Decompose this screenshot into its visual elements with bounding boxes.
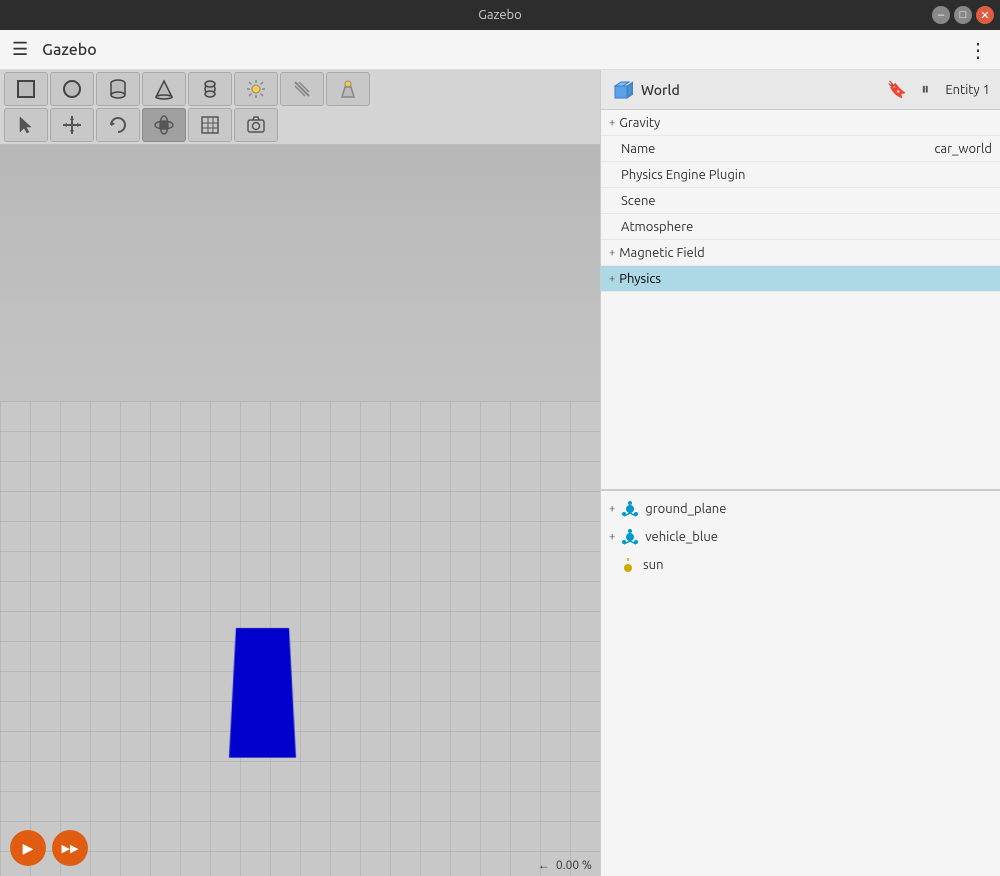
- ground-plane-label: ground_plane: [645, 502, 726, 516]
- gravity-item[interactable]: + Gravity: [601, 110, 1000, 136]
- gravity-label: Gravity: [619, 116, 660, 130]
- gravity-expand-icon: +: [609, 117, 615, 129]
- right-panel: World 🔖 ⏸ Entity 1 + Gravity Name car_wo…: [600, 70, 1000, 876]
- magnetic-field-expand-icon: +: [609, 247, 615, 259]
- select-tool-button[interactable]: [4, 108, 48, 142]
- more-menu-button[interactable]: ⋮: [964, 34, 992, 66]
- app-title: Gazebo: [42, 41, 97, 59]
- physics-item[interactable]: + Physics: [601, 266, 1000, 292]
- world-label: World: [641, 82, 879, 98]
- magnetic-field-item[interactable]: + Magnetic Field: [601, 240, 1000, 266]
- world-cube-icon: [611, 79, 633, 101]
- sun-entity[interactable]: sun: [601, 551, 1000, 579]
- viewport-overlay: ← 0.00 %: [530, 854, 600, 876]
- cone-tool-button[interactable]: [142, 72, 186, 106]
- screenshot-tool-button[interactable]: [234, 108, 278, 142]
- cylinder-tool-button[interactable]: [96, 72, 140, 106]
- grid-svg: [0, 401, 600, 876]
- box-tool-button[interactable]: [4, 72, 48, 106]
- window-title: Gazebo: [478, 8, 522, 22]
- minimize-button[interactable]: –: [932, 6, 950, 24]
- ground-plane-expand-icon: +: [609, 503, 615, 515]
- left-panel: ▶ ▶▶ ← 0.00 %: [0, 70, 600, 876]
- magnetic-field-label: Magnetic Field: [619, 246, 705, 260]
- scene-label: Scene: [621, 194, 656, 208]
- pause-icon[interactable]: ⏸: [921, 80, 929, 99]
- rotate-tool-button[interactable]: [96, 108, 140, 142]
- entity-header-label: Entity 1: [945, 83, 990, 97]
- maximize-button[interactable]: □: [954, 6, 972, 24]
- titlebar: Gazebo – □ ✕: [0, 0, 1000, 30]
- atmosphere-item[interactable]: Atmosphere: [601, 214, 1000, 240]
- ground-plane-entity[interactable]: + ground_plane: [601, 495, 1000, 523]
- physics-label: Physics: [619, 272, 661, 286]
- ground-plane-icon: [621, 500, 639, 518]
- main-layout: ▶ ▶▶ ← 0.00 % World 🔖 ⏸: [0, 70, 1000, 876]
- vehicle-blue-icon: [621, 528, 639, 546]
- fast-forward-button[interactable]: ▶▶: [52, 830, 88, 866]
- vehicle-3d-shape: [229, 628, 296, 758]
- toolbar-row2: [4, 108, 596, 142]
- entities-tree: + ground_plane +: [601, 491, 1000, 876]
- point-light-tool-button[interactable]: [234, 72, 278, 106]
- physics-expand-icon: +: [609, 273, 615, 285]
- sky-area: [0, 145, 600, 401]
- name-item[interactable]: Name car_world: [601, 136, 1000, 162]
- vehicle-blue-expand-icon: +: [609, 531, 615, 543]
- grid-tool-button[interactable]: [188, 108, 232, 142]
- menubar: ☰ Gazebo ⋮: [0, 30, 1000, 70]
- scene-item[interactable]: Scene: [601, 188, 1000, 214]
- bookmark-icon[interactable]: 🔖: [887, 80, 907, 99]
- sun-icon: [619, 556, 637, 574]
- atmosphere-label: Atmosphere: [621, 220, 693, 234]
- directional-light-tool-button[interactable]: [280, 72, 324, 106]
- translate-tool-button[interactable]: [50, 108, 94, 142]
- vehicle-blue-entity[interactable]: + vehicle_blue: [601, 523, 1000, 551]
- toolbar: [0, 70, 600, 145]
- playback-controls: ▶ ▶▶: [10, 830, 88, 866]
- viewport[interactable]: ▶ ▶▶ ← 0.00 %: [0, 145, 600, 876]
- sun-label: sun: [643, 558, 664, 572]
- orbit-tool-button[interactable]: [142, 108, 186, 142]
- vehicle-blue-label: vehicle_blue: [645, 530, 718, 544]
- grid-area: [0, 401, 600, 876]
- capsule-tool-button[interactable]: [188, 72, 232, 106]
- close-button[interactable]: ✕: [976, 6, 994, 24]
- physics-engine-label: Physics Engine Plugin: [621, 168, 745, 182]
- physics-engine-item[interactable]: Physics Engine Plugin: [601, 162, 1000, 188]
- hamburger-menu-button[interactable]: ☰: [8, 35, 32, 64]
- spot-light-tool-button[interactable]: [326, 72, 370, 106]
- toolbar-row1: [4, 72, 596, 106]
- sphere-tool-button[interactable]: [50, 72, 94, 106]
- name-label: Name: [621, 142, 655, 156]
- titlebar-controls: – □ ✕: [932, 6, 994, 24]
- play-button[interactable]: ▶: [10, 830, 46, 866]
- name-value: car_world: [934, 142, 992, 156]
- right-panel-header: World 🔖 ⏸ Entity 1: [601, 70, 1000, 110]
- progress-arrow: ←: [538, 858, 550, 872]
- properties-tree: + Gravity Name car_world Physics Engine …: [601, 110, 1000, 490]
- progress-text: 0.00 %: [556, 859, 592, 872]
